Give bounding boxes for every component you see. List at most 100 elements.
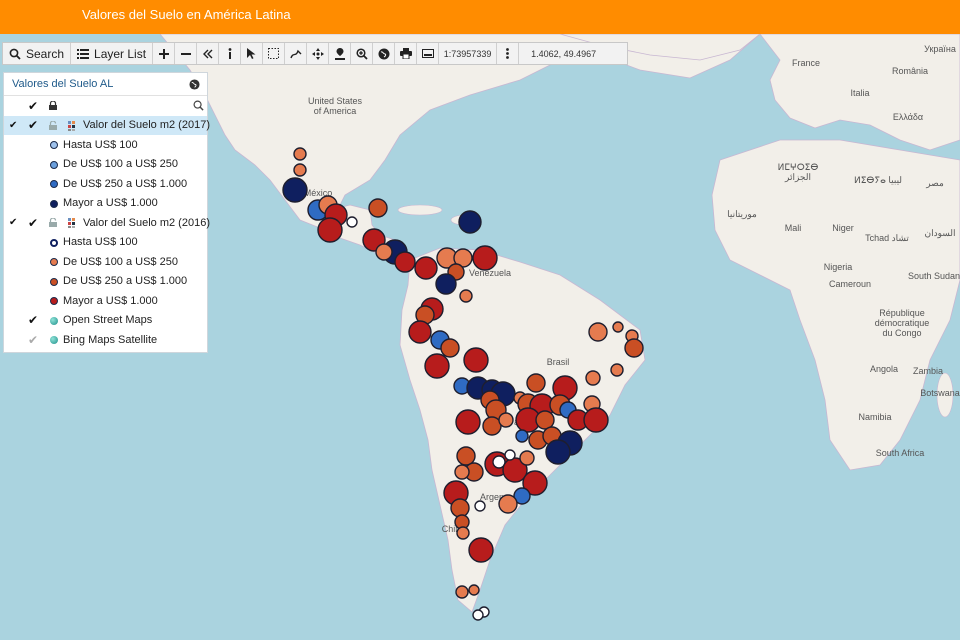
osm-checkbox[interactable]: ✔ [28,313,38,327]
value-marker[interactable] [482,416,502,436]
search-label: Search [26,46,65,61]
value-marker[interactable] [346,216,358,228]
label-niger: Niger [832,223,854,233]
value-marker[interactable] [394,251,416,273]
value-marker[interactable] [515,429,529,443]
value-marker[interactable] [545,439,571,465]
layer-panel: Valores del Suelo AL ✔ ✔ ✔ Valor del Sue… [3,72,210,353]
layer-2017-name: Valor del Suelo m2 (2017) [83,119,210,132]
value-marker[interactable] [519,450,535,466]
value-marker[interactable] [368,198,388,218]
zoom-to-layer-icon[interactable] [193,100,204,111]
more-button[interactable] [497,43,520,64]
layer-list-button[interactable]: Layer List [71,43,154,64]
label-zambia: Zambia [913,366,943,376]
layer2017-legend-item: De US$ 250 a US$ 1.000 [4,174,207,194]
search-button[interactable]: Search [3,43,72,64]
label-drc-3: du Congo [882,328,921,338]
value-marker[interactable] [585,370,601,386]
check-all-icon[interactable]: ✔ [28,99,38,113]
value-marker[interactable] [293,163,307,177]
globe-icon[interactable] [189,78,200,90]
zoom-icon [356,47,368,60]
value-marker[interactable] [456,526,470,540]
label-italia: Italia [850,88,869,98]
unlock-icon[interactable] [49,120,57,130]
measure-button[interactable] [285,43,308,64]
value-marker[interactable] [610,363,624,377]
layer2017-legend-item: De US$ 100 a US$ 250 [4,155,207,175]
expand-chevron-icon[interactable]: ✔ [9,217,17,228]
value-marker[interactable] [459,289,473,303]
value-marker[interactable] [414,256,438,280]
location-icon [334,47,345,60]
value-marker[interactable] [583,407,609,433]
lock-icon[interactable] [49,101,57,110]
value-marker[interactable] [535,410,555,430]
basemap-row-bing[interactable]: ✔ Bing Maps Satellite [4,330,207,350]
value-marker[interactable] [375,243,393,261]
value-marker[interactable] [526,373,546,393]
value-marker[interactable] [456,446,476,466]
pointer-button[interactable] [241,43,264,64]
value-marker[interactable] [612,321,624,333]
expand-chevron-icon[interactable]: ✔ [9,120,17,131]
layer-row-2017[interactable]: ✔ ✔ Valor del Suelo m2 (2017) [4,115,210,135]
bing-checkbox[interactable]: ✔ [28,333,38,347]
value-marker[interactable] [504,449,516,461]
screen-button[interactable] [417,43,440,64]
unlock-icon[interactable] [49,218,57,227]
value-marker[interactable] [440,338,460,358]
label-algeria: الجزائر [784,172,811,183]
legend-swatch-icon [50,258,58,266]
value-marker[interactable] [455,585,469,599]
value-marker[interactable] [450,498,470,518]
value-marker[interactable] [463,347,489,373]
value-marker[interactable] [293,147,307,161]
print-icon [399,48,412,59]
info-button[interactable] [219,43,242,64]
pan-icon [311,47,324,60]
value-marker[interactable] [458,210,482,234]
layer-2017-checkbox[interactable]: ✔ [28,118,38,132]
zoom-button[interactable] [351,43,374,64]
value-marker[interactable] [317,217,343,243]
globe-icon [378,48,390,59]
value-marker[interactable] [472,245,498,271]
layer2016-legend-item: Mayor a US$ 1.000 [4,291,207,311]
zoom-out-icon [180,52,191,55]
label-greece: Ελλάδα [893,112,923,122]
basemap-row-osm[interactable]: ✔ Open Street Maps [4,311,207,331]
value-marker[interactable] [424,353,450,379]
legend-swatch-icon [50,277,58,286]
basemap-globe-icon [50,336,58,344]
globe-button[interactable] [373,43,396,64]
value-marker[interactable] [435,273,457,295]
select-box-icon [268,48,280,59]
zoom-out-button[interactable] [175,43,198,64]
value-marker[interactable] [498,412,514,428]
collapse-icon [202,49,213,58]
value-marker[interactable] [468,584,480,596]
layer-row-2016[interactable]: ✔ ✔ Valor del Suelo m2 (2016) [4,213,210,233]
zoom-in-button[interactable] [153,43,176,64]
location-button[interactable] [329,43,352,64]
value-marker[interactable] [588,322,608,342]
label-sudan: السودان [924,228,955,239]
layer-2016-name: Valor del Suelo m2 (2016) [83,216,210,229]
value-marker[interactable] [468,537,494,563]
value-marker[interactable] [455,409,481,435]
value-marker[interactable] [474,500,486,512]
basemap-osm-label: Open Street Maps [63,314,153,327]
collapse-button[interactable] [197,43,220,64]
pan-button[interactable] [307,43,330,64]
value-marker[interactable] [408,320,432,344]
value-marker[interactable] [498,494,518,514]
value-marker[interactable] [624,338,644,358]
print-button[interactable] [395,43,418,64]
select-box-button[interactable] [263,43,286,64]
value-marker[interactable] [454,464,470,480]
value-marker[interactable] [282,177,308,203]
layer-2016-checkbox[interactable]: ✔ [28,216,38,230]
value-marker[interactable] [472,609,484,621]
